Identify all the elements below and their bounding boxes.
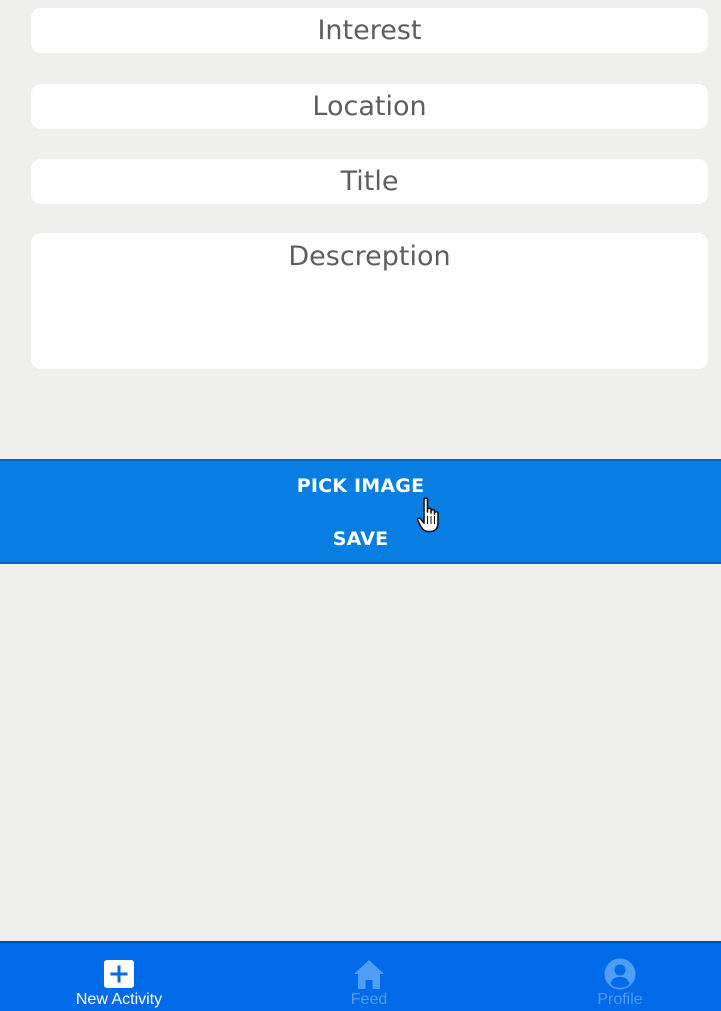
title-field[interactable]: Title xyxy=(31,159,708,204)
nav-item-label: New Activity xyxy=(75,991,163,1008)
location-field[interactable]: Location xyxy=(31,84,708,129)
location-placeholder: Location xyxy=(312,91,427,122)
home-icon xyxy=(354,960,384,989)
plus-square-icon xyxy=(104,960,134,988)
title-placeholder: Title xyxy=(340,166,399,197)
nav-item-profile[interactable]: Profile xyxy=(530,943,710,1011)
hand-pointer-icon xyxy=(416,497,439,533)
interest-placeholder: Interest xyxy=(317,15,422,46)
description-field[interactable]: Descreption xyxy=(31,233,708,369)
nav-item-new-activity[interactable]: New Activity xyxy=(29,943,209,1011)
description-placeholder: Descreption xyxy=(288,241,451,272)
bottom-navigation: New Activity Feed Profile xyxy=(0,941,721,1011)
nav-item-label: Feed xyxy=(350,991,388,1008)
interest-field[interactable]: Interest xyxy=(31,8,708,53)
nav-item-feed[interactable]: Feed xyxy=(279,943,459,1011)
user-circle-icon xyxy=(604,958,636,990)
save-button[interactable]: SAVE xyxy=(0,519,721,559)
action-button-panel: PICK IMAGE SAVE xyxy=(0,459,721,564)
nav-item-label: Profile xyxy=(597,991,643,1008)
pick-image-button[interactable]: PICK IMAGE xyxy=(0,466,721,506)
